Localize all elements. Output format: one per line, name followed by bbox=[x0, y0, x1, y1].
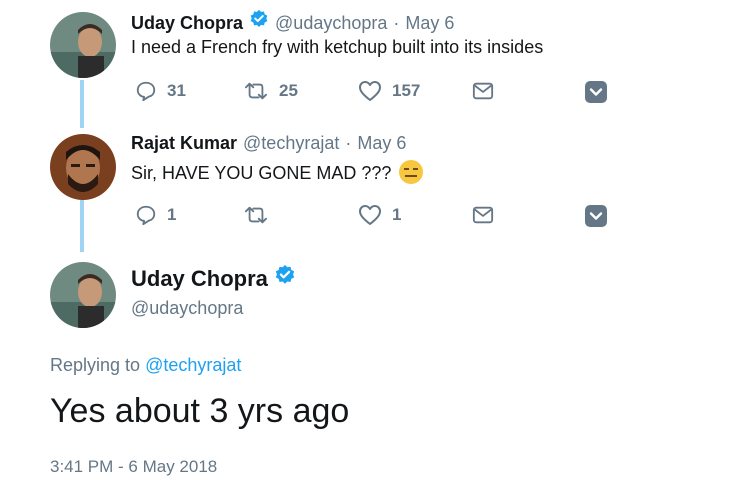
replying-prefix: Replying to bbox=[50, 355, 141, 375]
author-handle[interactable]: @udaychopra bbox=[131, 298, 243, 319]
more-options-button[interactable] bbox=[585, 205, 607, 232]
thread-connector bbox=[80, 200, 84, 252]
tweet-text: I need a French fry with ketchup built i… bbox=[131, 37, 544, 57]
retweet-count: 25 bbox=[279, 81, 298, 100]
direct-message-button[interactable] bbox=[472, 81, 494, 101]
like-count: 157 bbox=[392, 81, 421, 100]
heart-icon bbox=[359, 81, 381, 101]
direct-message-button[interactable] bbox=[472, 205, 494, 225]
expressionless-face-icon bbox=[399, 160, 424, 184]
reply-count: 1 bbox=[167, 205, 177, 224]
chevron-down-icon bbox=[585, 205, 607, 227]
tweet-date[interactable]: May 6 bbox=[357, 133, 406, 154]
envelope-icon bbox=[472, 82, 494, 100]
avatar[interactable] bbox=[50, 134, 116, 200]
retweet-button[interactable] bbox=[243, 204, 279, 226]
author-handle[interactable]: @techyrajat bbox=[243, 133, 339, 154]
more-options-button[interactable] bbox=[585, 81, 607, 108]
avatar[interactable] bbox=[50, 262, 116, 328]
main-tweet-text: Yes about 3 yrs ago bbox=[50, 392, 350, 430]
author-name[interactable]: Uday Chopra bbox=[131, 266, 268, 292]
separator-dot: · bbox=[393, 13, 400, 33]
thread-connector bbox=[80, 80, 84, 128]
replying-to-link[interactable]: @techyrajat bbox=[145, 355, 241, 375]
envelope-icon bbox=[472, 206, 494, 224]
reply-count: 31 bbox=[167, 81, 186, 100]
author-name[interactable]: Rajat Kumar bbox=[131, 133, 237, 154]
reply-icon bbox=[136, 81, 156, 102]
verified-badge-icon bbox=[275, 264, 295, 284]
like-button[interactable]: 1 bbox=[358, 204, 401, 226]
chevron-down-icon bbox=[585, 81, 607, 103]
like-count: 1 bbox=[392, 205, 402, 224]
reply-button[interactable]: 1 bbox=[135, 204, 176, 226]
tweet-timestamp[interactable]: 3:41 PM - 6 May 2018 bbox=[50, 457, 217, 477]
author-name[interactable]: Uday Chopra bbox=[131, 13, 243, 34]
tweet-date[interactable]: May 6 bbox=[405, 13, 454, 34]
retweet-button[interactable]: 25 bbox=[243, 80, 298, 102]
tweet-text: Sir, HAVE YOU GONE MAD ??? bbox=[131, 163, 392, 183]
separator-dot: · bbox=[345, 133, 352, 153]
reply-button[interactable]: 31 bbox=[135, 80, 186, 102]
reply-icon bbox=[136, 205, 156, 226]
retweet-icon bbox=[245, 206, 267, 224]
avatar[interactable] bbox=[50, 12, 116, 78]
heart-icon bbox=[359, 205, 381, 225]
verified-badge-icon bbox=[250, 9, 268, 28]
author-handle[interactable]: @udaychopra bbox=[275, 13, 387, 34]
retweet-icon bbox=[245, 82, 267, 100]
like-button[interactable]: 157 bbox=[358, 80, 420, 102]
